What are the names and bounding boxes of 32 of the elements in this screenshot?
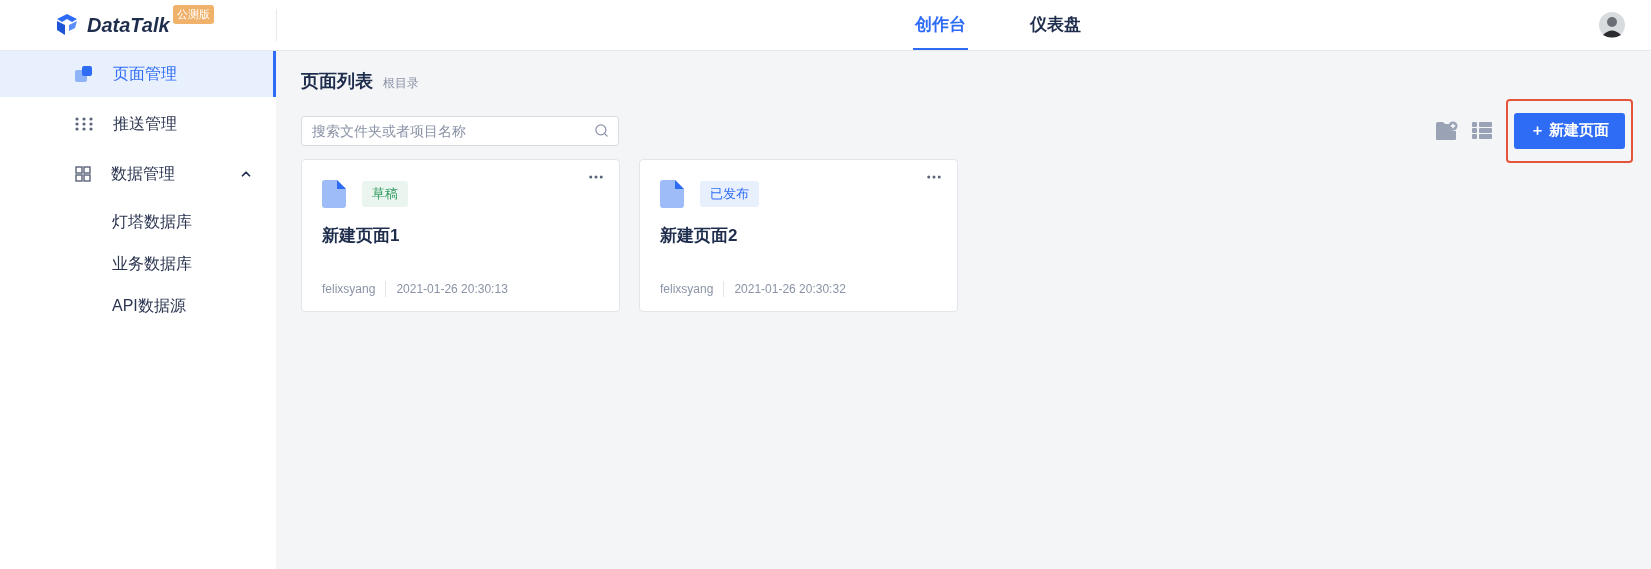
timestamp: 2021-01-26 20:30:13: [396, 282, 508, 296]
nav-tab[interactable]: 创作台: [913, 0, 968, 50]
page-name: 新建页面2: [660, 225, 739, 247]
nav-tab[interactable]: 仪表盘: [1028, 0, 1083, 50]
search-field[interactable]: 搜索文件夹或者项目名称: [301, 115, 619, 146]
search-icon: [594, 122, 609, 138]
sidebar-item[interactable]: 数据管理: [0, 151, 276, 197]
avatar[interactable]: [1599, 12, 1625, 38]
grid-icon: [75, 166, 91, 182]
sidebar-subitem[interactable]: 灯塔数据库: [0, 201, 276, 243]
sidebar-subitem[interactable]: 业务数据库: [0, 243, 276, 285]
sidebar-item[interactable]: 页面管理: [0, 51, 276, 97]
author: felixsyang: [322, 282, 376, 296]
document-icon: [322, 180, 346, 208]
page-title: 页面列表: [301, 70, 373, 93]
breadcrumb: 根目录: [383, 75, 419, 92]
sidebar-item[interactable]: 推送管理: [0, 101, 276, 147]
logo-icon: [55, 13, 79, 37]
new-page-button[interactable]: ＋ 新建页面: [1513, 112, 1625, 149]
dots-icon: [75, 117, 93, 131]
pages-icon: [75, 66, 93, 82]
page-card[interactable]: 草稿 新建页面1 felixsyang 2021-01-26 20:30:13: [301, 159, 620, 312]
beta-badge: 公测版: [173, 5, 214, 24]
document-icon: [660, 180, 684, 208]
author: felixsyang: [660, 282, 714, 296]
page-name: 新建页面1: [322, 225, 401, 247]
timestamp: 2021-01-26 20:30:32: [734, 282, 846, 296]
status-tag: 草稿: [362, 181, 408, 207]
sidebar-subitem[interactable]: API数据源: [0, 285, 276, 327]
status-tag: 已发布: [700, 181, 759, 207]
logo-text: DataTalk: [87, 13, 170, 37]
page-card[interactable]: 已发布 新建页面2 felixsyang 2021-01-26 20:30:32: [639, 159, 958, 312]
